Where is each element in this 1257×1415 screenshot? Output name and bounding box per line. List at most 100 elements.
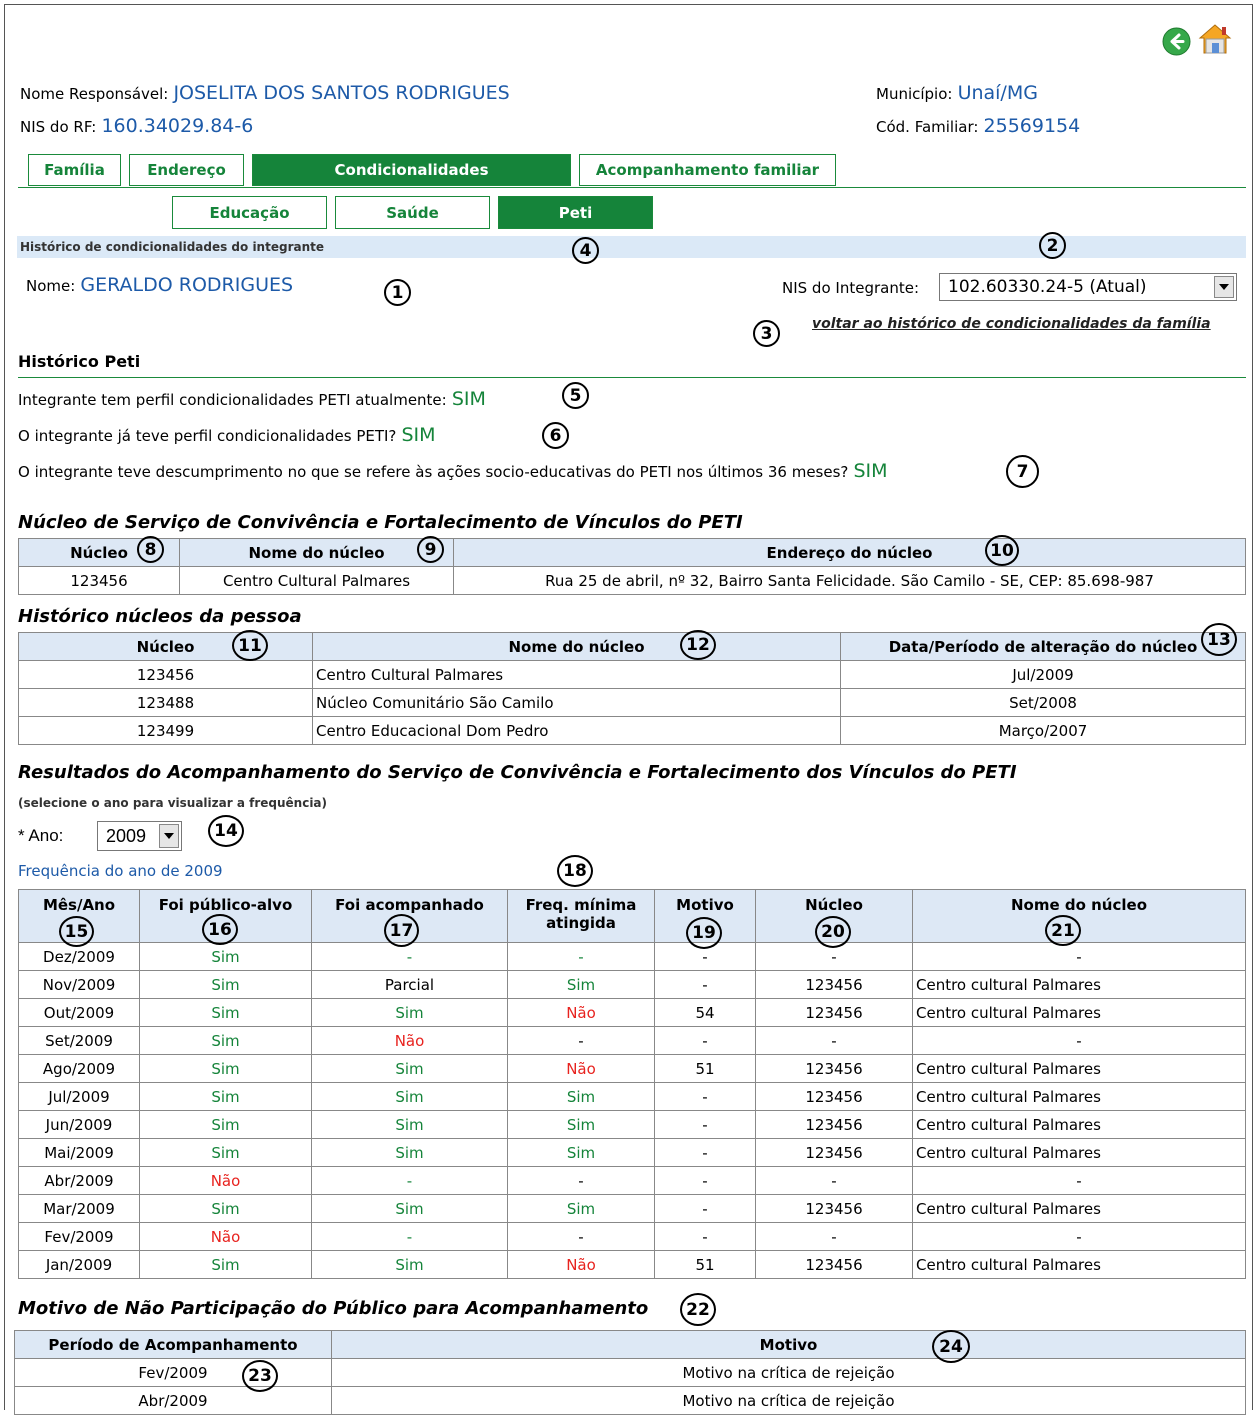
tab-endereco[interactable]: Endereço: [129, 154, 244, 186]
marker-4: 4: [572, 237, 599, 264]
table-row: Out/2009 Sim Sim Não 54 123456 Centro cultural…: [18, 998, 1246, 1027]
tabs-divider: [18, 187, 1246, 188]
cell-freq-minima: Sim: [507, 1082, 655, 1111]
cell-mes-ano: Nov/2009: [18, 970, 140, 999]
marker-19: 19: [686, 917, 722, 949]
q3-text: O integrante teve descumprimento no que …: [18, 463, 849, 481]
municipio-row: Município: Unaí/MG: [876, 82, 1038, 104]
tab-familia[interactable]: Família: [28, 154, 121, 186]
cell-nucleo: 123456: [755, 1138, 913, 1167]
cell-nome-nucleo: Centro cultural Palmares: [912, 1138, 1246, 1167]
ano-label: * Ano:: [18, 826, 64, 845]
municipio-label: Município:: [876, 85, 953, 103]
cell-mes-ano: Jul/2009: [18, 1082, 140, 1111]
table-row: 123488 Núcleo Comunitário São Camilo Set…: [18, 688, 1246, 717]
cell-nucleo: -: [755, 1026, 913, 1055]
cell-acompanhado: Sim: [311, 1110, 508, 1139]
cell-mes-ano: Fev/2009: [18, 1222, 140, 1251]
cell-nucleo: 123456: [755, 1250, 913, 1279]
tab-acompanhamento-familiar[interactable]: Acompanhamento familiar: [579, 154, 836, 186]
chevron-down-icon[interactable]: [1214, 276, 1234, 298]
col-periodo: Período de Acompanhamento: [14, 1330, 332, 1359]
ano-select[interactable]: 2009: [97, 821, 182, 851]
cell-nucleo: 123456: [18, 566, 180, 595]
cell-nucleo: 123456: [755, 1054, 913, 1083]
marker-2: 2: [1039, 232, 1066, 259]
cell-nome-nucleo: Centro Cultural Palmares: [179, 566, 454, 595]
integrante-nome-row: Nome: GERALDO RODRIGUES: [26, 274, 293, 296]
cell-freq-minima: Sim: [507, 1138, 655, 1167]
resultados-hint: (selecione o ano para visualizar a frequ…: [18, 796, 328, 810]
historico-nucleos-title: Histórico núcleos da pessoa: [18, 606, 302, 627]
table-row: Set/2009 Sim Não - - - -: [18, 1026, 1246, 1055]
cell-acompanhado: Sim: [311, 998, 508, 1027]
subtab-educacao[interactable]: Educação: [172, 196, 327, 229]
cell-acompanhado: -: [311, 942, 508, 971]
subtab-peti[interactable]: Peti: [498, 196, 653, 229]
cell-mes-ano: Set/2009: [18, 1026, 140, 1055]
cell-mes-ano: Mar/2009: [18, 1194, 140, 1223]
freq-title: Frequência do ano de 2009: [18, 862, 223, 880]
marker-9: 9: [417, 536, 444, 563]
col-data-periodo: Data/Período de alteração do núcleo: [840, 632, 1246, 661]
cell-acompanhado: Sim: [311, 1054, 508, 1083]
marker-12: 12: [680, 630, 716, 660]
marker-11: 11: [232, 630, 268, 661]
cell-nome-nucleo: -: [912, 1166, 1246, 1195]
cell-motivo: -: [654, 1138, 756, 1167]
table-row: 123456 Centro Cultural Palmares Jul/2009: [18, 660, 1246, 689]
voltar-link[interactable]: voltar ao histórico de condicionalidades…: [812, 316, 1211, 332]
q2-text: O integrante já teve perfil condicionali…: [18, 427, 397, 445]
q1-row: Integrante tem perfil condicionalidades …: [18, 388, 486, 410]
marker-1: 1: [384, 279, 411, 306]
nis-integrante-select[interactable]: 102.60330.24-5 (Atual): [939, 273, 1237, 301]
cell-freq-minima: Não: [507, 1250, 655, 1279]
cell-freq-minima: Sim: [507, 970, 655, 999]
cell-nucleo: 123456: [755, 1110, 913, 1139]
cell-mes-ano: Abr/2009: [18, 1166, 140, 1195]
cell-publico-alvo: Sim: [139, 998, 312, 1027]
marker-6: 6: [542, 422, 569, 449]
cell-periodo: Fev/2009: [14, 1358, 332, 1387]
cell-nome-nucleo: Centro cultural Palmares: [912, 998, 1246, 1027]
cell-motivo: -: [654, 1166, 756, 1195]
cell-nome-nucleo: Centro cultural Palmares: [912, 1250, 1246, 1279]
cell-acompanhado: Sim: [311, 1082, 508, 1111]
cell-motivo: -: [654, 1222, 756, 1251]
cell-motivo: 51: [654, 1250, 756, 1279]
col-nome-nucleo: Nome do núcleo: [312, 632, 841, 661]
cell-publico-alvo: Sim: [139, 970, 312, 999]
col-freq-minima: Freq. mínima atingida: [507, 889, 655, 943]
cell-nucleo: 123488: [18, 688, 313, 717]
cell-motivo: -: [654, 970, 756, 999]
nis-integrante-value: 102.60330.24-5 (Atual): [948, 277, 1147, 297]
back-arrow-icon[interactable]: [1162, 27, 1191, 56]
tab-condicionalidades[interactable]: Condicionalidades: [252, 154, 571, 186]
nome-responsavel-label: Nome Responsável:: [20, 85, 169, 103]
historico-nucleos-table: Núcleo Nome do núcleo Data/Período de al…: [18, 632, 1246, 745]
chevron-down-icon[interactable]: [159, 824, 179, 848]
nucleo-servico-table: Núcleo Nome do núcleo Endereço do núcleo…: [18, 538, 1246, 595]
q3-answer: SIM: [853, 460, 888, 482]
table-header-row: Núcleo Nome do núcleo Endereço do núcleo: [18, 538, 1246, 567]
integrante-nome: GERALDO RODRIGUES: [80, 274, 294, 296]
cell-publico-alvo: Sim: [139, 1026, 312, 1055]
cell-mes-ano: Jan/2009: [18, 1250, 140, 1279]
marker-5: 5: [562, 382, 589, 409]
cell-publico-alvo: Sim: [139, 1138, 312, 1167]
table-row: Jun/2009 Sim Sim Sim -123456 Centro cultural …: [18, 1110, 1246, 1139]
table-row: Mar/2009 Sim Sim Sim -123456 Centro cultural …: [18, 1194, 1246, 1223]
subtab-saude[interactable]: Saúde: [335, 196, 490, 229]
cell-nome-nucleo: Centro Educacional Dom Pedro: [312, 716, 841, 745]
home-icon[interactable]: [1198, 23, 1232, 55]
cell-nome-nucleo: -: [912, 1222, 1246, 1251]
cell-data: Set/2008: [840, 688, 1246, 717]
cell-nucleo: -: [755, 1166, 913, 1195]
cell-nome-nucleo: Núcleo Comunitário São Camilo: [312, 688, 841, 717]
q1-answer: SIM: [451, 388, 486, 410]
q2-row: O integrante já teve perfil condicionali…: [18, 424, 436, 446]
marker-23: 23: [242, 1360, 278, 1392]
cell-nome-nucleo: -: [912, 1026, 1246, 1055]
cell-nucleo: 123456: [755, 998, 913, 1027]
marker-20: 20: [815, 916, 851, 948]
